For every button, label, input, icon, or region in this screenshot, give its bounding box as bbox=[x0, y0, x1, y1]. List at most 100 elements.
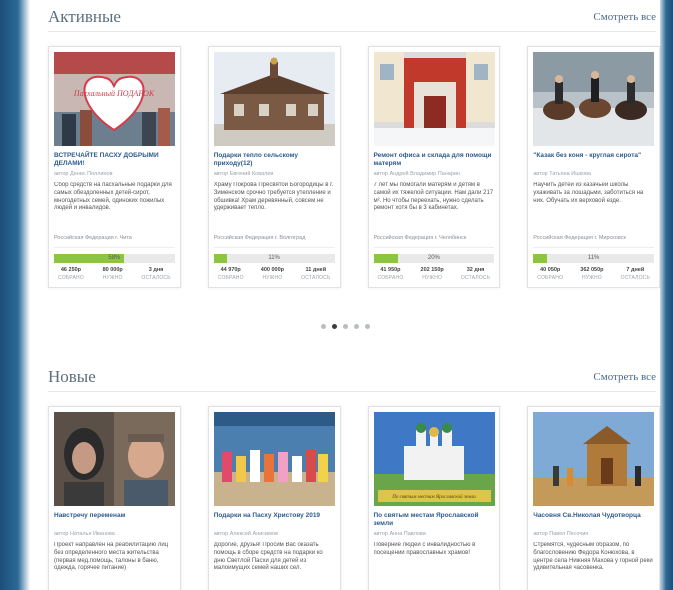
project-image[interactable] bbox=[213, 52, 335, 146]
progress-bar: 58% bbox=[54, 254, 175, 263]
stat-collected-label: СОБРАНО bbox=[537, 275, 564, 281]
stat-left-value: 32 дня bbox=[466, 267, 485, 273]
progress-percent: 11% bbox=[268, 255, 280, 261]
project-title[interactable]: По святым местам Ярославской земли bbox=[374, 512, 495, 528]
project-title[interactable]: "Казак без коня - круглая сирота" bbox=[533, 152, 654, 168]
carousel-dot[interactable] bbox=[320, 324, 326, 329]
divider bbox=[54, 247, 175, 248]
stat-collected-label: СОБРАНО bbox=[377, 275, 404, 281]
project-title[interactable]: Часовня Св.Николая Чудотворца bbox=[533, 512, 654, 528]
progress-percent: 11% bbox=[587, 255, 600, 261]
stat-left-value: 11 дней bbox=[305, 267, 327, 273]
project-title[interactable]: Подарки тепло сельскому приходу(12) bbox=[214, 152, 335, 168]
new-see-all-link[interactable]: Смотреть все bbox=[593, 371, 656, 383]
project-card[interactable]: Навстречу переменам автор Наталья Иванов… bbox=[48, 406, 181, 590]
image-caption: По святым местам Ярославской земли bbox=[391, 494, 476, 500]
project-stats: 44 970р СОБРАНО 400 000р НУЖНО 11 дней ОСТА… bbox=[214, 267, 335, 281]
active-see-all-link[interactable]: Смотреть все bbox=[593, 11, 656, 23]
new-cards: Навстречу переменам автор Наталья Иванов… bbox=[48, 406, 660, 590]
carousel-dot[interactable] bbox=[353, 324, 359, 329]
active-section-title: Активные bbox=[48, 6, 121, 26]
divider bbox=[373, 247, 495, 248]
project-description: Поверние людей с инвалидностью в посещен… bbox=[373, 542, 476, 556]
project-image[interactable] bbox=[533, 412, 655, 506]
stat-needed-value: 400 000р bbox=[260, 267, 285, 273]
divider bbox=[213, 247, 335, 248]
stat-collected-label: СОБРАНО bbox=[217, 275, 244, 281]
new-section-title: Новые bbox=[48, 366, 96, 386]
stat-left-label: ОСТАЛОСЬ bbox=[141, 275, 171, 281]
stat-collected-value: 44 970р bbox=[220, 267, 241, 273]
project-stats: 46 250р СОБРАНО 80 000р НУЖНО 3 дня ОСТАЛОС… bbox=[54, 267, 175, 281]
project-card[interactable]: Подарки на Пасху Христову 2019 автор Але… bbox=[207, 406, 341, 590]
stat-left-value: 3 дня bbox=[148, 267, 164, 273]
carousel-dot[interactable] bbox=[364, 324, 370, 329]
project-image[interactable] bbox=[54, 412, 175, 506]
project-author: автор Анна Павлова bbox=[373, 531, 426, 537]
project-card[interactable]: Ремонт офиса и склада для помощи матерям… bbox=[367, 46, 501, 288]
project-description: Храму Покрова Пресвятой Богородицы в г. … bbox=[213, 182, 334, 212]
stat-needed-value: 362 050р bbox=[580, 267, 604, 273]
stat-needed: 80 000р НУЖНО bbox=[103, 267, 123, 281]
project-description: Научить детей из казачьей школы ухаживат… bbox=[533, 182, 644, 204]
stat-collected-value: 46 250р bbox=[60, 267, 82, 273]
progress-percent: 20% bbox=[427, 255, 440, 261]
stat-needed-label: НУЖНО bbox=[102, 275, 123, 281]
project-author: автор Татьяна Ишкова bbox=[533, 171, 592, 177]
new-section-header: Новые Смотреть все bbox=[48, 362, 656, 392]
stat-collected: 40 050р СОБРАНО bbox=[537, 267, 563, 281]
stat-collected-value: 40 050р bbox=[540, 267, 561, 273]
project-author: автор Алексей Анисимов bbox=[213, 531, 278, 537]
progress-percent: 58% bbox=[108, 255, 121, 261]
stat-left: 3 дня ОСТАЛОСЬ bbox=[141, 267, 170, 281]
stat-left: 7 дней ОСТАЛОСЬ bbox=[621, 267, 650, 281]
stat-left: 32 дня ОСТАЛОСЬ bbox=[461, 267, 490, 281]
project-author: автор Андрей Владимир Панарин bbox=[373, 171, 461, 177]
project-title[interactable]: ВСТРЕЧАЙТЕ ПАСХУ ДОБРЫМИ ДЕЛАМИ! bbox=[54, 152, 175, 168]
project-card[interactable]: Подарки тепло сельскому приходу(12) авто… bbox=[207, 46, 341, 288]
project-title[interactable]: Ремонт офиса и склада для помощи матерям bbox=[374, 152, 495, 168]
stat-left-label: ОСТАЛОСЬ bbox=[460, 275, 491, 281]
carousel-pagination bbox=[30, 324, 660, 329]
project-card[interactable]: Пасхальный ПОДАРОК ВСТРЕЧАЙТЕ ПАСХУ ДОБР… bbox=[48, 46, 181, 288]
stat-needed-label: НУЖНО bbox=[581, 275, 602, 281]
project-image[interactable] bbox=[373, 52, 495, 146]
page: Активные Смотреть все Пасхальный ПОДАРОК… bbox=[30, 0, 660, 590]
project-description: Стремятся, чудесным образом, по благосло… bbox=[533, 542, 653, 572]
stat-needed-label: НУЖНО bbox=[262, 275, 283, 281]
project-image[interactable]: По святым местам Ярославской земли bbox=[373, 412, 495, 506]
project-location: Российская Федерация г. Чита bbox=[54, 235, 132, 241]
progress-bar: 11% bbox=[533, 254, 654, 263]
stat-left-value: 7 дней bbox=[626, 267, 645, 273]
project-description: 7 лет мы помогали матерям и детям в само… bbox=[373, 182, 494, 212]
project-image[interactable] bbox=[533, 52, 655, 146]
project-author: автор Евгений Ковалев bbox=[213, 171, 274, 177]
divider bbox=[533, 247, 654, 248]
stat-needed: 400 000р НУЖНО bbox=[261, 267, 284, 281]
stat-collected-label: СОБРАНО bbox=[58, 275, 84, 281]
project-card[interactable]: "Казак без коня - круглая сирота" автор … bbox=[527, 46, 660, 288]
stat-needed-value: 80 000р bbox=[102, 267, 123, 273]
image-caption-top: Пасхальный ПОДАРОК bbox=[73, 89, 155, 98]
stat-collected-value: 41 950р bbox=[380, 267, 401, 273]
project-image[interactable] bbox=[213, 412, 335, 506]
stat-collected: 44 970р СОБРАНО bbox=[218, 267, 244, 281]
stat-needed-label: НУЖНО bbox=[422, 275, 443, 281]
project-title[interactable]: Навстречу переменам bbox=[54, 512, 175, 528]
active-cards: Пасхальный ПОДАРОК ВСТРЕЧАЙТЕ ПАСХУ ДОБР… bbox=[48, 46, 660, 288]
carousel-dot[interactable] bbox=[331, 324, 337, 329]
project-card[interactable]: Часовня Св.Николая Чудотворца автор Паве… bbox=[527, 406, 660, 590]
project-description: Сбор средств на пасхальные подарки для с… bbox=[54, 182, 172, 212]
project-location: Российская Федерация г. Челябинск bbox=[373, 235, 467, 241]
project-stats: 41 950р СОБРАНО 202 150р НУЖНО 32 дня ОСТАЛ… bbox=[374, 267, 495, 281]
project-title[interactable]: Подарки на Пасху Христову 2019 bbox=[214, 512, 335, 528]
stat-collected: 41 950р СОБРАНО bbox=[378, 267, 404, 281]
stat-left-label: ОСТАЛОСЬ bbox=[620, 275, 650, 281]
project-description: Дорогие, друзья! Просим Вас оказать помо… bbox=[213, 542, 323, 572]
project-image[interactable]: Пасхальный ПОДАРОК bbox=[54, 52, 175, 146]
stat-left: 11 дней ОСТАЛОСЬ bbox=[301, 267, 330, 281]
project-card[interactable]: По святым местам Ярославской земли По св… bbox=[367, 406, 501, 590]
carousel-dot[interactable] bbox=[342, 324, 348, 329]
project-author: автор Павел Песочин bbox=[533, 531, 589, 537]
project-author: автор Денис Поллинов bbox=[54, 171, 113, 177]
